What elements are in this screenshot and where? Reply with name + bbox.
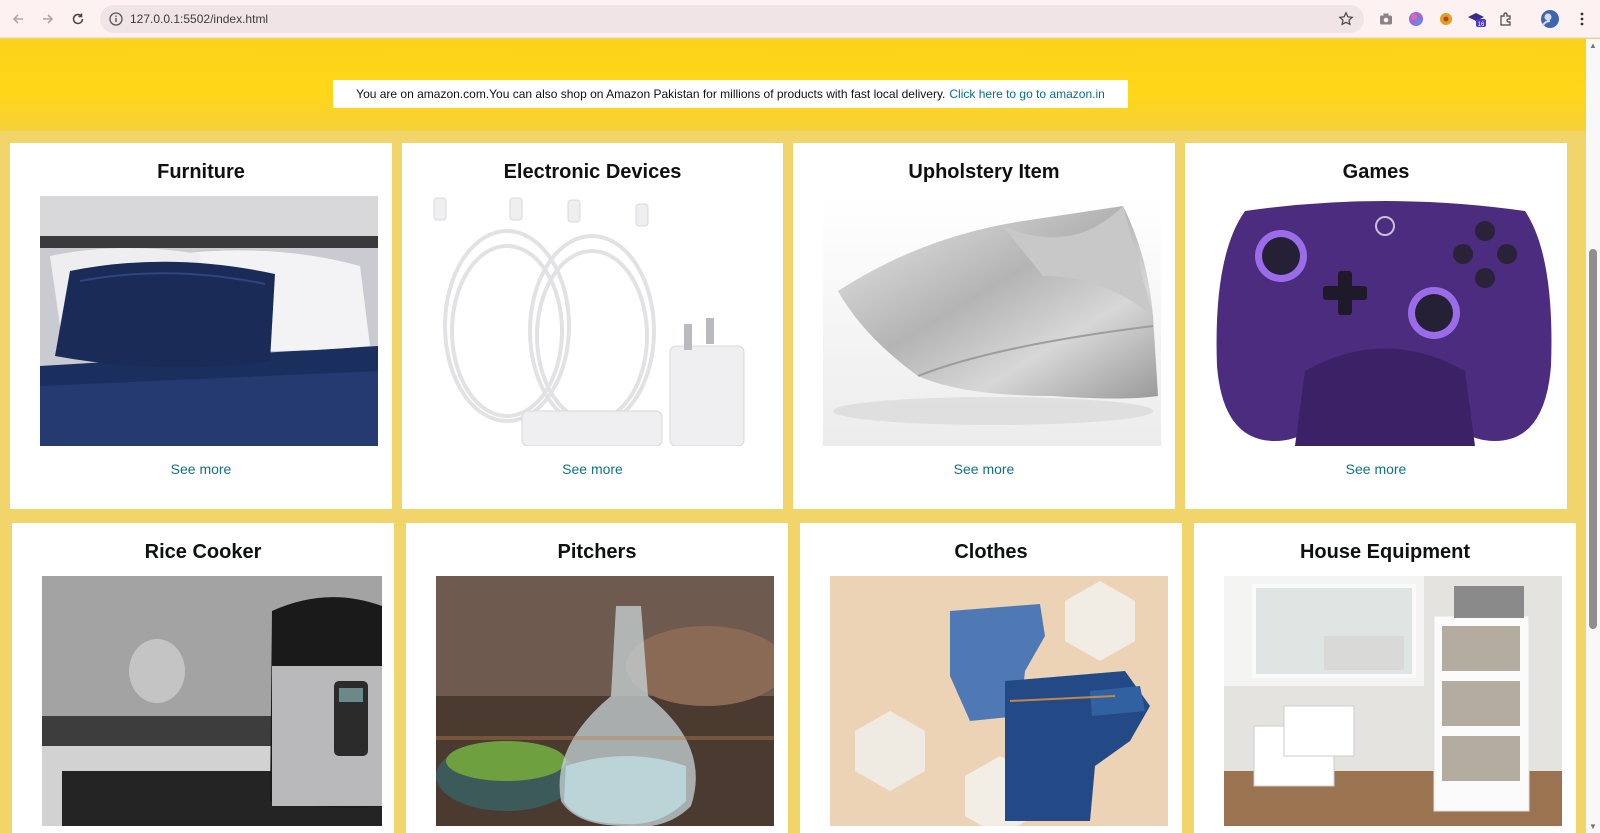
pitchers-image[interactable]	[436, 576, 774, 826]
house-equipment-image[interactable]	[1224, 576, 1562, 826]
category-card-rice-cooker: Rice Cooker	[12, 523, 394, 833]
scroll-down-arrow-icon[interactable]: ▼	[1589, 822, 1597, 831]
forward-arrow-icon	[43, 14, 54, 24]
card-title: Clothes	[954, 541, 1028, 563]
extension-gear-icon[interactable]	[1436, 9, 1456, 29]
vertical-scrollbar[interactable]: ▲ ▼	[1586, 39, 1600, 833]
extension-badge: 16	[1478, 22, 1485, 28]
category-card-clothes: Clothes	[800, 523, 1182, 833]
forward-button[interactable]	[38, 9, 58, 29]
url-text: 127.0.0.1:5502/index.html	[130, 12, 269, 26]
back-button[interactable]	[8, 9, 28, 29]
scrollbar-thumb[interactable]	[1589, 249, 1597, 629]
upholstery-item-image[interactable]	[823, 196, 1161, 446]
category-card-pitchers: Pitchers	[406, 523, 788, 833]
card-title: House Equipment	[1299, 541, 1470, 563]
clothes-image[interactable]	[830, 576, 1168, 826]
region-notice: You are on amazon.com.You can also shop …	[333, 80, 1128, 108]
extension-gradient-icon[interactable]	[1406, 9, 1426, 29]
furniture-image[interactable]	[40, 196, 378, 446]
category-card-upholstery-item: Upholstery Item See more	[793, 143, 1175, 509]
games-image[interactable]	[1215, 196, 1553, 446]
notice-text: You are on amazon.com.You can also shop …	[356, 87, 946, 101]
see-more-link[interactable]: See more	[10, 461, 392, 477]
see-more-link[interactable]: See more	[793, 461, 1175, 477]
bookmark-star-icon[interactable]	[1338, 11, 1354, 27]
scroll-up-arrow-icon[interactable]: ▲	[1589, 41, 1597, 50]
card-title: Rice Cooker	[144, 541, 262, 563]
card-title: Furniture	[157, 161, 245, 183]
card-title: Electronic Devices	[503, 161, 682, 183]
category-card-house-equipment: House Equipment	[1194, 523, 1576, 833]
profile-avatar[interactable]	[1540, 9, 1560, 29]
card-title: Pitchers	[557, 541, 637, 563]
electronic-devices-image[interactable]	[432, 196, 754, 446]
category-card-games: Games See more	[1185, 143, 1567, 509]
card-title: Games	[1342, 161, 1410, 183]
category-card-electronic-devices: Electronic Devices See more	[402, 143, 783, 509]
back-arrow-icon	[12, 14, 23, 24]
category-card-furniture: Furniture See more	[10, 143, 392, 509]
rice-cooker-image[interactable]	[42, 576, 382, 826]
reload-button[interactable]	[68, 9, 88, 29]
browser-toolbar: 127.0.0.1:5502/index.html 16	[0, 0, 1600, 38]
menu-kebab-icon[interactable]	[1572, 9, 1592, 29]
see-more-link[interactable]: See more	[402, 461, 783, 477]
reload-icon	[72, 13, 84, 25]
address-bar[interactable]: 127.0.0.1:5502/index.html	[100, 5, 1364, 33]
screenshot-camera-icon[interactable]	[1376, 9, 1396, 29]
extension-hat-icon[interactable]: 16	[1466, 9, 1486, 29]
extensions-puzzle-icon[interactable]	[1496, 9, 1516, 29]
card-title: Upholstery Item	[908, 161, 1060, 183]
hero-banner: You are on amazon.com.You can also shop …	[0, 39, 1586, 131]
site-info-icon[interactable]	[108, 11, 124, 27]
notice-link[interactable]: Click here to go to amazon.in	[949, 87, 1104, 101]
page-viewport: You are on amazon.com.You can also shop …	[0, 39, 1586, 833]
see-more-link[interactable]: See more	[1185, 461, 1567, 477]
